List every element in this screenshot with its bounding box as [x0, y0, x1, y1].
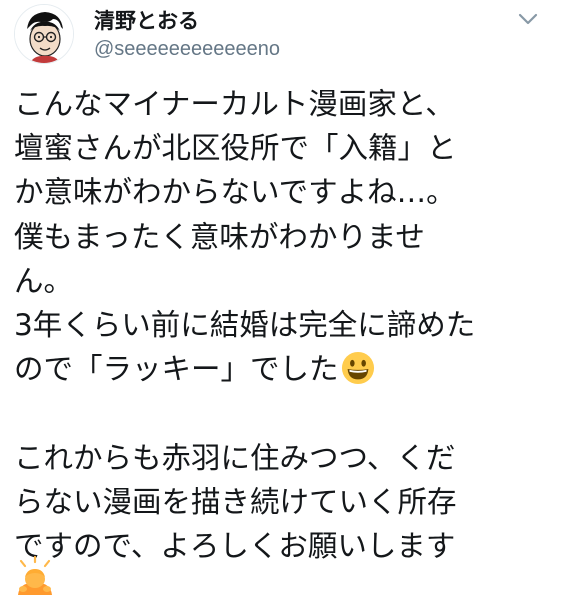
manga-face-avatar-icon	[15, 5, 73, 63]
grinning-face-emoji-icon	[341, 352, 374, 385]
tweet-text: こんなマイナーカルト漫画家と、 壇蜜さんが北区役所で「入籍」と か意味がわからな…	[14, 82, 544, 568]
tweet-text-line: ですので、よろしくお願いします	[14, 528, 456, 563]
tweet-text-line: これからも赤羽に住みつつ、くだ	[14, 440, 456, 475]
person-bowing-emoji-icon	[18, 555, 52, 595]
tweet-menu-button[interactable]	[516, 10, 540, 28]
display-name[interactable]: 清野とおる	[94, 8, 514, 34]
tweet-card: 清野とおる @seeeeeeeeeeeeno こんなマイナーカルト漫画家と、 壇…	[0, 0, 561, 602]
tweet-text-line: か意味がわからないですよね…。	[14, 175, 456, 210]
tweet-text-line: ん。	[14, 263, 74, 298]
tweet-header: 清野とおる @seeeeeeeeeeeeno	[94, 8, 514, 62]
tweet-text-line: 僕もまったく意味がわかりませ	[14, 219, 425, 254]
tweet-text-line: 3年くらい前に結婚は完全に諦めた	[14, 307, 476, 342]
avatar[interactable]	[14, 4, 74, 64]
tweet-text-segment: ので「ラッキー」でした	[14, 352, 339, 387]
tweet-text-line: 壇蜜さんが北区役所で「入籍」と	[14, 131, 457, 166]
tweet-text-line-with-emoji: ので「ラッキー」でした	[14, 347, 544, 391]
chevron-down-icon	[518, 13, 538, 25]
tweet-text-line: らない漫画を描き続けていく所存	[14, 484, 457, 519]
tweet-text-line	[14, 391, 544, 435]
user-handle[interactable]: @seeeeeeeeeeeeno	[94, 36, 514, 62]
tweet-text-line: こんなマイナーカルト漫画家と、	[14, 87, 455, 121]
